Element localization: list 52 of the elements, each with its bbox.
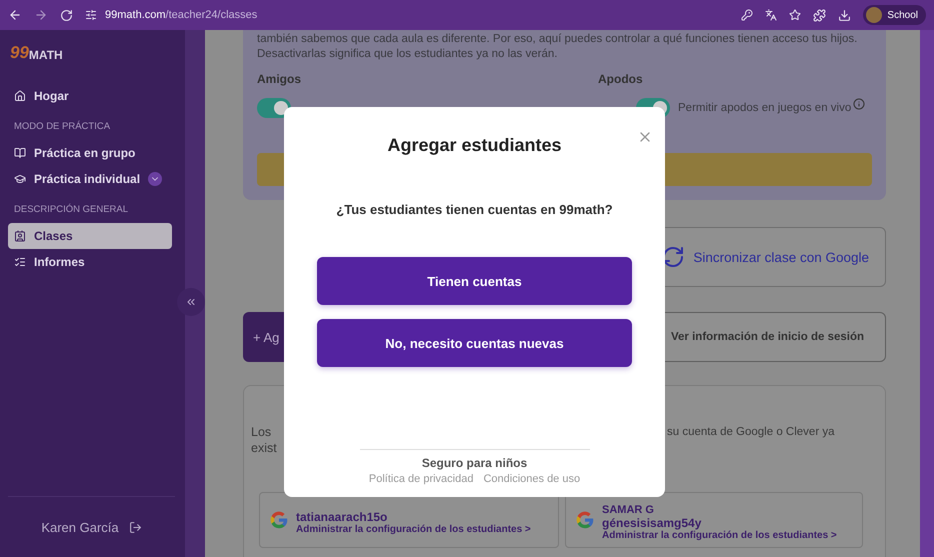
toggle-switch[interactable] bbox=[257, 98, 291, 118]
option-button[interactable]: Tienen cuentas bbox=[317, 257, 632, 305]
dialog-question: ¿Tus estudiantes tienen cuentas en 99math? bbox=[336, 202, 613, 217]
star-icon[interactable] bbox=[789, 9, 802, 21]
logout-icon[interactable] bbox=[128, 520, 142, 534]
option-label: Permitir apodos en juegos en vivo bbox=[678, 102, 852, 114]
key-icon[interactable] bbox=[741, 9, 754, 21]
nav-item[interactable]: Práctica en grupo bbox=[8, 140, 172, 166]
nav-item[interactable]: Clases bbox=[8, 223, 172, 249]
back-icon[interactable] bbox=[8, 8, 22, 22]
user-name: Karen García bbox=[41, 520, 119, 534]
home-icon bbox=[14, 90, 26, 102]
dialog-title: Agregar estudiantes bbox=[387, 135, 562, 156]
student-username: tatianaarach15o bbox=[296, 510, 388, 524]
student-name: SAMAR G bbox=[602, 504, 655, 516]
download-icon[interactable] bbox=[838, 8, 852, 22]
description-text: Los bbox=[251, 424, 272, 440]
address-bar-url[interactable]: 99math.com/teacher24/classes bbox=[105, 9, 258, 21]
manage-settings-link[interactable]: Administrar la configuración de los estudiantes > bbox=[296, 524, 531, 534]
student-username: génesisisamg54y bbox=[602, 516, 702, 530]
logo: 99MATH bbox=[10, 44, 64, 61]
section-heading: DESCRIPCIÓN GENERAL bbox=[13, 202, 130, 217]
reload-icon[interactable] bbox=[60, 8, 73, 22]
setting-label: Apodos bbox=[598, 72, 644, 86]
option-button[interactable]: No, necesito cuentas nuevas bbox=[317, 319, 632, 367]
section-heading: MODO DE PRÁCTICA bbox=[13, 120, 112, 134]
double-chevron-icon bbox=[185, 296, 197, 308]
avatar-icon bbox=[866, 7, 882, 23]
description-text: su cuenta de Google o Clever ya bbox=[667, 425, 836, 440]
graduation-cap-icon bbox=[14, 173, 26, 185]
translate-icon[interactable] bbox=[765, 9, 778, 21]
site-settings-icon[interactable] bbox=[85, 9, 97, 21]
nav-item[interactable]: Informes bbox=[8, 249, 172, 275]
setting-label: Amigos bbox=[257, 72, 302, 86]
google-icon bbox=[574, 509, 596, 531]
intro-text: Desactivarlas significa que los estudiantes ya no las verán. bbox=[257, 47, 558, 62]
forward-icon[interactable] bbox=[34, 8, 48, 22]
manage-settings-link[interactable]: Administrar la configuración de los estudiantes > bbox=[602, 530, 837, 540]
puzzle-icon[interactable] bbox=[813, 8, 826, 22]
nav-item[interactable]: Hogar bbox=[8, 83, 172, 109]
safety-label: Seguro para niños bbox=[422, 456, 528, 470]
intro-text: también sabemos que cada aula es diferente. Por eso, aquí puedes controlar a qué funciones tienen acceso tus hijos. bbox=[257, 32, 858, 47]
contact-card-icon bbox=[14, 230, 26, 242]
chevron-icon[interactable] bbox=[148, 172, 162, 186]
list-icon bbox=[14, 256, 26, 268]
profile-button[interactable]: School bbox=[863, 5, 926, 25]
book-icon bbox=[14, 147, 26, 159]
info-icon[interactable] bbox=[853, 98, 866, 110]
nav-item[interactable]: Práctica individual bbox=[8, 166, 172, 192]
description-text: exist bbox=[251, 440, 277, 456]
collapse-button[interactable] bbox=[177, 288, 205, 316]
google-icon bbox=[268, 509, 290, 531]
